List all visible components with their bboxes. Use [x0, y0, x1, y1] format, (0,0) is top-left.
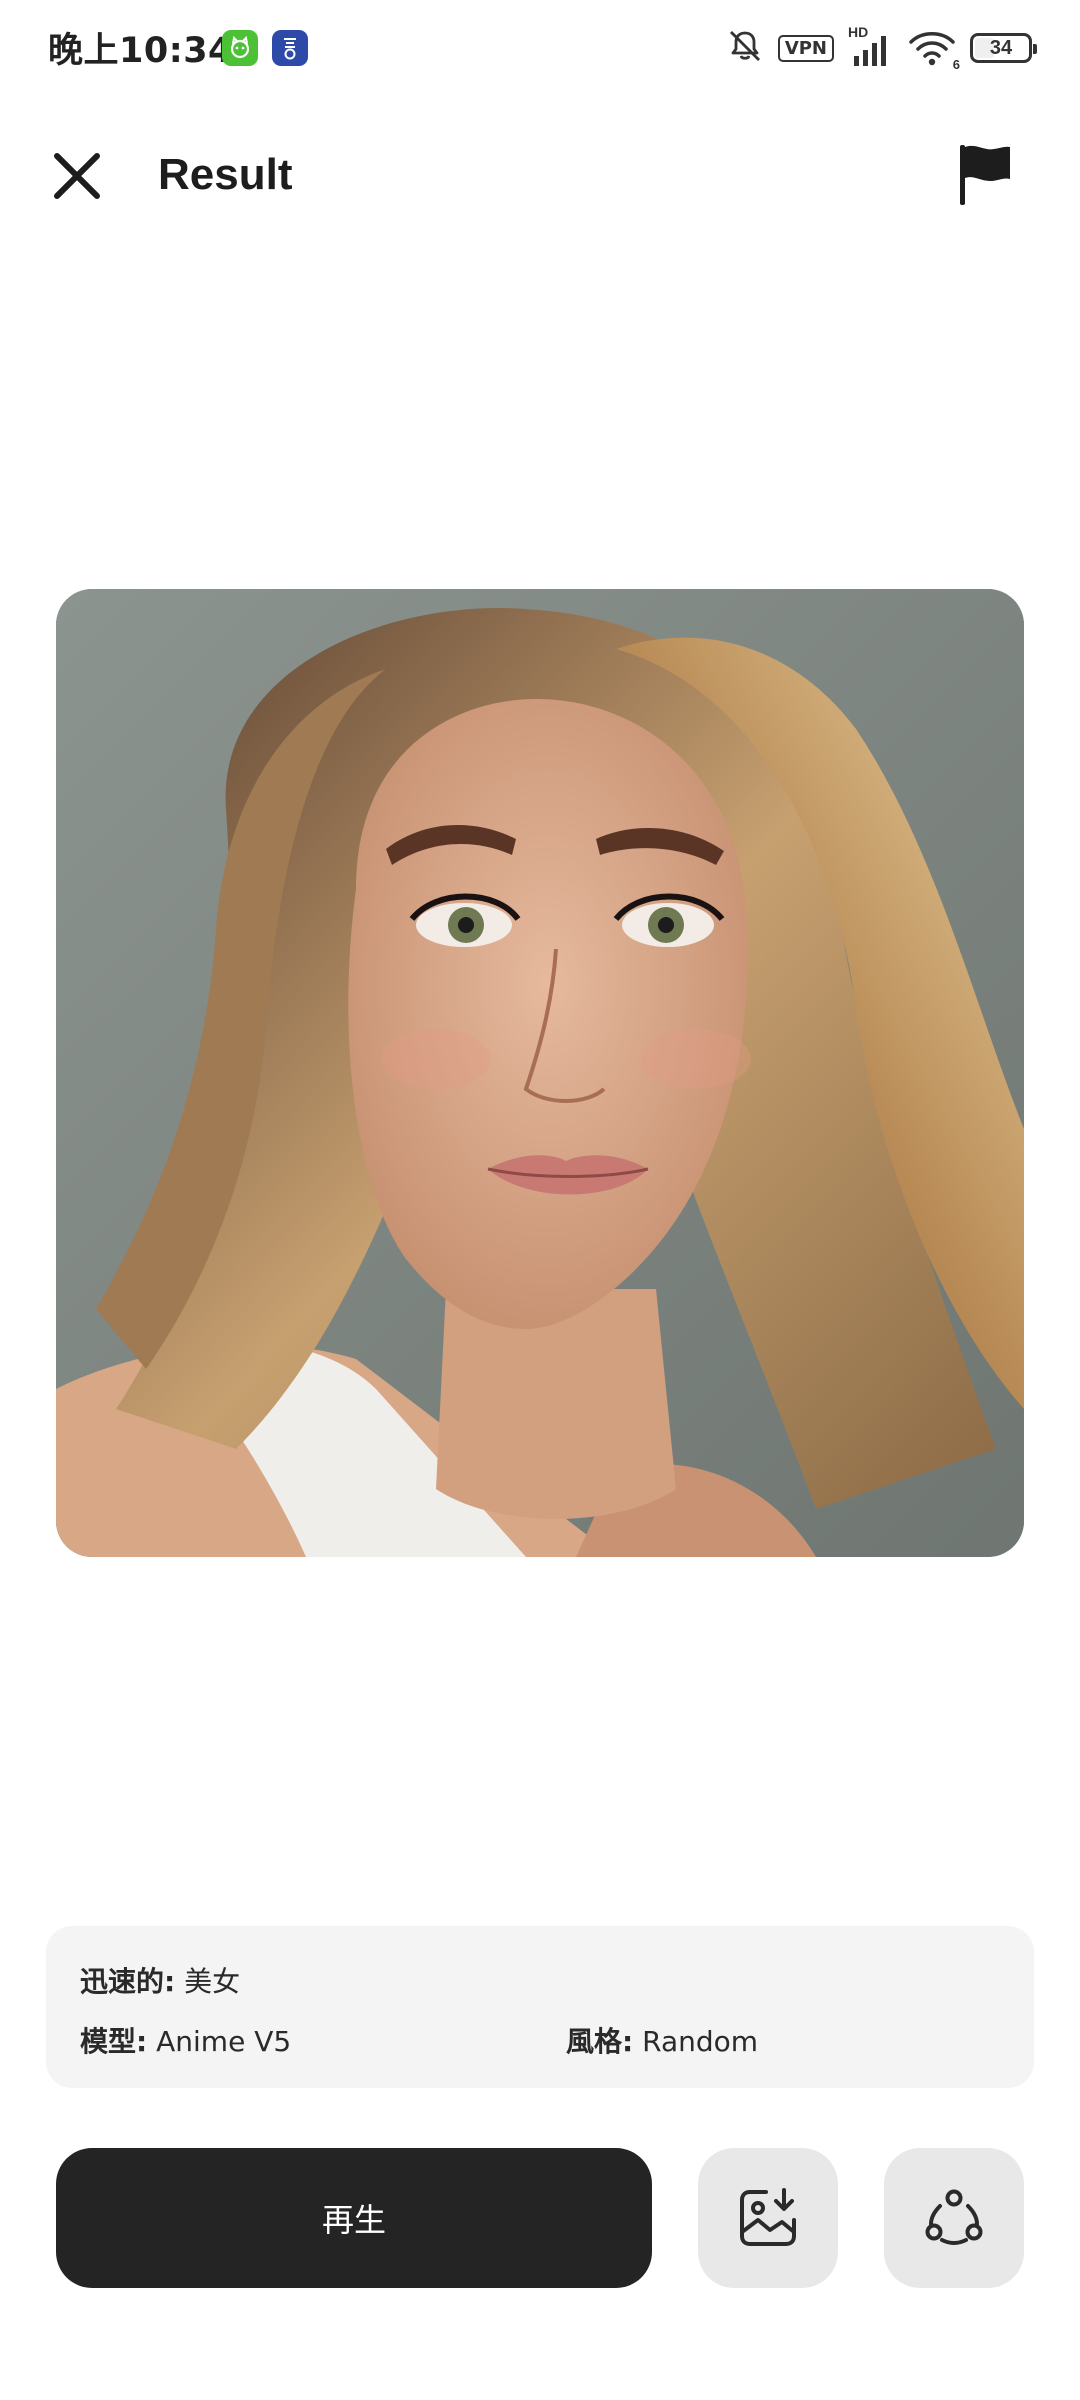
battery-indicator: 34 — [970, 33, 1037, 63]
prompt-value: 美女 — [184, 1965, 241, 1998]
model-label: 模型: — [80, 2025, 148, 2058]
flag-icon — [960, 145, 1010, 205]
close-button[interactable] — [46, 145, 108, 207]
style-value: Random — [642, 2025, 759, 2058]
generation-info-card: 迅速的: 美女 模型: Anime V5 風格: Random — [46, 1926, 1034, 2088]
status-bar: 晚上10:34 VPN HD 6 34 — [0, 0, 1080, 96]
prompt-info: 迅速的: 美女 — [80, 1960, 240, 2000]
model-info: 模型: Anime V5 — [80, 2020, 291, 2060]
battery-level: 34 — [989, 36, 1013, 59]
style-label: 風格: — [566, 2025, 634, 2058]
cat-app-icon — [222, 30, 258, 66]
status-time: 晚上10:34 — [48, 31, 233, 71]
save-image-button[interactable] — [698, 2148, 838, 2288]
cell-signal-icon: HD — [848, 24, 894, 68]
style-info: 風格: Random — [566, 2020, 758, 2060]
generated-portrait-image[interactable] — [56, 589, 1024, 1557]
notes-app-icon — [272, 30, 308, 66]
save-image-icon — [740, 2188, 796, 2246]
regenerate-button[interactable]: 再生 — [56, 2148, 652, 2288]
close-icon — [54, 153, 100, 199]
model-value: Anime V5 — [156, 2025, 292, 2058]
mute-bell-icon — [726, 27, 764, 70]
prompt-label: 迅速的: — [80, 1965, 176, 1998]
share-icon — [925, 2189, 983, 2245]
wifi-band-label: 6 — [952, 57, 960, 72]
report-flag-button[interactable] — [950, 140, 1020, 210]
vpn-indicator: VPN — [777, 34, 834, 62]
wifi-icon: 6 — [908, 28, 960, 72]
status-icons: VPN HD 6 34 — [726, 24, 1037, 72]
page-title: Result — [158, 150, 293, 199]
share-button[interactable] — [884, 2148, 1024, 2288]
header: Result — [0, 130, 1080, 220]
